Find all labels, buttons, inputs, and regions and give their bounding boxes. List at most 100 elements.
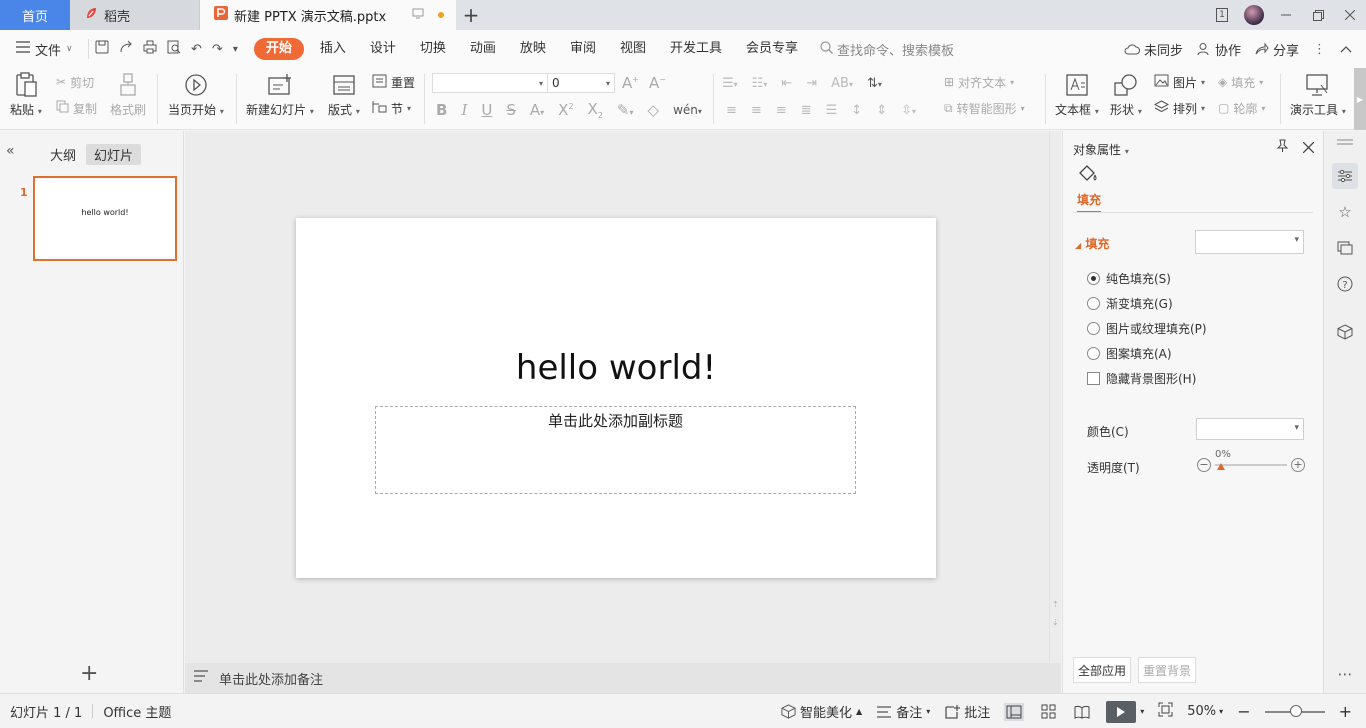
shape-button[interactable]: 形状 ▾: [1110, 72, 1142, 118]
normal-view-icon[interactable]: [1004, 702, 1025, 721]
transparency-slider[interactable]: − 0% +: [1197, 449, 1307, 475]
ribbon-tab-developer[interactable]: 开发工具: [658, 38, 734, 60]
zoom-level[interactable]: 50% ▾: [1187, 704, 1223, 719]
fit-to-window-icon[interactable]: [1158, 702, 1173, 721]
hide-background-checkbox[interactable]: 隐藏背景图形(H): [1087, 370, 1196, 387]
new-slide-button[interactable]: 新建幻灯片 ▾: [246, 72, 314, 118]
tab-active-document[interactable]: 新建 PPTX 演示文稿.pptx: [200, 0, 456, 30]
unsaved-indicator-icon[interactable]: [438, 12, 444, 18]
smart-beautify-button[interactable]: 智能美化 ▲: [781, 702, 862, 721]
sort-icon[interactable]: ⇅▾: [867, 76, 882, 91]
slide-thumbnail[interactable]: hello world!: [33, 176, 177, 261]
ribbon-tab-review[interactable]: 审阅: [558, 38, 608, 60]
close-window-button[interactable]: [1334, 0, 1366, 30]
underline-icon[interactable]: U: [481, 101, 492, 119]
presentation-tools-button[interactable]: 演示工具 ▾: [1290, 72, 1346, 118]
bold-icon[interactable]: B: [436, 101, 447, 119]
tab-outline[interactable]: 大纲: [42, 144, 84, 165]
phonetic-icon[interactable]: wén▾: [673, 103, 702, 117]
paragraph-spacing-icon[interactable]: ⇕: [876, 103, 887, 118]
fill-button[interactable]: ◈ 填充 ▾: [1218, 72, 1263, 92]
sync-status[interactable]: 未同步: [1124, 40, 1183, 59]
align-left-icon[interactable]: ≡: [726, 103, 737, 118]
close-icon[interactable]: [1302, 139, 1315, 157]
slideshow-options-icon[interactable]: ▾: [1140, 707, 1144, 716]
notes-bar[interactable]: 单击此处添加备注: [185, 663, 1061, 693]
font-color-icon[interactable]: A▾: [530, 101, 544, 119]
animation-star-icon[interactable]: ☆: [1332, 199, 1358, 225]
print-preview-icon[interactable]: [167, 40, 181, 58]
3d-box-icon[interactable]: [1332, 319, 1358, 345]
fill-type-dropdown[interactable]: [1195, 230, 1304, 254]
ribbon-tab-member[interactable]: 会员专享: [734, 38, 810, 60]
avatar[interactable]: [1238, 0, 1270, 30]
comments-button[interactable]: 批注: [944, 702, 990, 721]
ribbon-tab-slideshow[interactable]: 放映: [508, 38, 558, 60]
slide-transition-icon[interactable]: [1332, 235, 1358, 261]
undo-icon[interactable]: ↶: [191, 42, 202, 57]
more-horizontal-icon[interactable]: ⋯: [1332, 661, 1358, 687]
zoom-in-icon[interactable]: +: [1339, 702, 1352, 721]
restore-button[interactable]: [1302, 0, 1334, 30]
tab-slides[interactable]: 幻灯片: [86, 144, 142, 165]
cut-button[interactable]: ✂ 剪切: [56, 72, 94, 92]
picture-button[interactable]: 图片 ▾: [1154, 72, 1205, 92]
align-center-icon[interactable]: ≡: [751, 103, 762, 118]
ribbon-tab-view[interactable]: 视图: [608, 38, 658, 60]
radio-gradient-fill[interactable]: 渐变填充(G): [1087, 295, 1173, 312]
command-search[interactable]: 查找命令、搜索模板: [820, 40, 954, 59]
notes-toggle-button[interactable]: 备注 ▾: [876, 702, 930, 721]
reset-button[interactable]: 重置: [372, 72, 415, 92]
slideshow-play-button[interactable]: [1106, 700, 1137, 723]
color-picker-dropdown[interactable]: [1196, 418, 1304, 440]
increase-indent-icon[interactable]: ⇥: [806, 76, 817, 91]
section-button[interactable]: 节 ▾: [372, 98, 411, 118]
superscript-icon[interactable]: X2: [558, 101, 573, 119]
highlight-icon[interactable]: ✎▾: [617, 101, 634, 119]
canvas-scrollbar[interactable]: ⇡ ⇣: [1049, 131, 1061, 663]
scroll-page-down-icon[interactable]: ⇣: [1052, 614, 1059, 632]
new-tab-button[interactable]: +: [456, 0, 486, 30]
zoom-slider[interactable]: [1264, 704, 1325, 717]
arrange-button[interactable]: 排列 ▾: [1153, 98, 1205, 118]
slide-sorter-view-icon[interactable]: [1038, 703, 1058, 721]
fill-section-header[interactable]: ◢ 填充: [1075, 235, 1109, 252]
ribbon-tab-transitions[interactable]: 切换: [408, 38, 458, 60]
theme-name[interactable]: Office 主题: [103, 702, 171, 721]
collapse-panel-icon[interactable]: «: [6, 143, 15, 159]
play-from-current-button[interactable]: 当页开始 ▾: [168, 72, 224, 118]
subscript-icon[interactable]: X2: [588, 100, 603, 120]
file-menu[interactable]: 文件 ∨: [0, 40, 88, 59]
redo-icon[interactable]: ↷: [212, 42, 223, 57]
reading-view-icon[interactable]: [1072, 703, 1092, 721]
strikethrough-icon[interactable]: S: [506, 101, 516, 119]
transparency-increase-icon[interactable]: +: [1291, 458, 1305, 472]
column-icon[interactable]: ⇳▾: [901, 103, 916, 118]
subtitle-placeholder[interactable]: 单击此处添加副标题: [375, 406, 856, 494]
distribute-icon[interactable]: ☰: [826, 103, 838, 118]
justify-icon[interactable]: ≣: [801, 103, 812, 118]
properties-header[interactable]: 对象属性 ▾: [1073, 141, 1129, 158]
copy-button[interactable]: 复制: [56, 98, 97, 118]
bullet-list-icon[interactable]: ☰▾: [722, 76, 738, 91]
decrease-font-icon[interactable]: A−: [649, 74, 666, 92]
ribbon-tab-insert[interactable]: 插入: [308, 38, 358, 60]
export-icon[interactable]: [119, 40, 133, 58]
rail-menu-icon[interactable]: [1332, 135, 1358, 149]
ribbon-tab-animations[interactable]: 动画: [458, 38, 508, 60]
customize-toolbar-icon[interactable]: ▾: [233, 44, 238, 55]
layout-button[interactable]: 版式 ▾: [328, 72, 360, 118]
ribbon-tab-design[interactable]: 设计: [358, 38, 408, 60]
collapse-ribbon-icon[interactable]: [1340, 42, 1352, 57]
align-right-icon[interactable]: ≡: [776, 103, 787, 118]
collaborate-button[interactable]: 协作: [1197, 40, 1241, 59]
transparency-decrease-icon[interactable]: −: [1197, 458, 1211, 472]
reset-background-button[interactable]: 重置背景: [1138, 657, 1196, 683]
paste-button[interactable]: 粘贴 ▾: [10, 72, 42, 118]
radio-solid-fill[interactable]: 纯色填充(S): [1087, 270, 1171, 287]
outline-button[interactable]: ▢ 轮廓 ▾: [1218, 98, 1265, 118]
convert-smartart-button[interactable]: ⧉ 转智能图形 ▾: [944, 98, 1025, 118]
fill-tab-icon[interactable]: [1077, 165, 1101, 185]
line-spacing-icon[interactable]: ↕: [851, 103, 862, 118]
radio-picture-fill[interactable]: 图片或纹理填充(P): [1087, 320, 1207, 337]
